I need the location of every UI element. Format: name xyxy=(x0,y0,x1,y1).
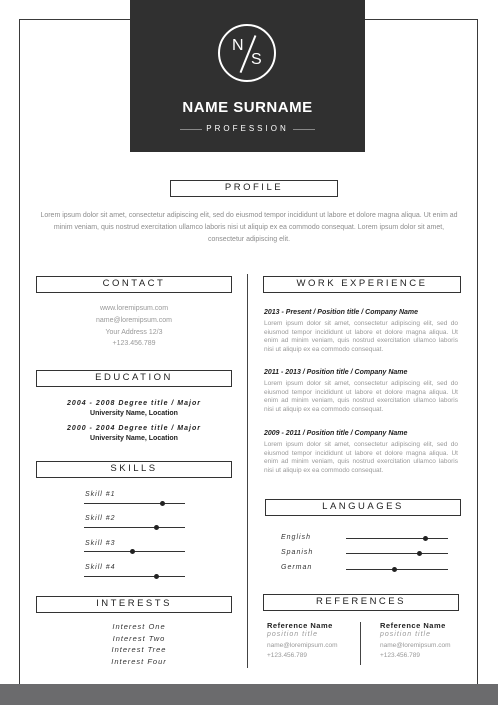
reference-email[interactable]: name@loremipsum.com xyxy=(380,642,451,649)
profile-text: Lorem ipsum dolor sit amet, consectetur … xyxy=(40,212,458,243)
language-level-dot xyxy=(416,551,422,556)
education-school: University Name, Location xyxy=(90,435,178,442)
education-heading: EDUCATION xyxy=(36,370,232,387)
skill-level-dot xyxy=(129,549,135,554)
interests-heading: INTERESTS xyxy=(36,596,232,613)
education-school: University Name, Location xyxy=(90,410,178,417)
language-bar xyxy=(346,536,448,541)
interest-item: Interest One xyxy=(112,622,166,631)
monogram-logo: N S xyxy=(218,24,276,82)
skill-bar xyxy=(84,574,185,579)
language-label: English xyxy=(281,534,311,541)
interest-item: Interest Two xyxy=(112,634,166,643)
references-heading: REFERENCES xyxy=(263,594,459,611)
full-name: NAME SURNAME xyxy=(182,99,313,116)
skill-label: Skill #1 xyxy=(85,491,116,498)
footer-bar xyxy=(0,684,498,705)
job-title: 2009 - 2011 / Position title / Company N… xyxy=(264,430,408,437)
monogram-initial-left: N xyxy=(232,37,244,54)
reference-phone: +123.456.789 xyxy=(267,652,307,659)
reference-phone: +123.456.789 xyxy=(380,652,420,659)
contact-address: Your Address 12/3 xyxy=(105,329,163,336)
contact-heading: CONTACT xyxy=(36,276,232,293)
skill-bar xyxy=(84,549,185,554)
education-degree: 2004 - 2008 Degree title / Major xyxy=(67,400,201,407)
job-description: Lorem ipsum dolor sit amet, consectetur … xyxy=(264,441,458,474)
profile-heading: PROFILE xyxy=(170,180,338,197)
job-description: Lorem ipsum dolor sit amet, consectetur … xyxy=(264,380,458,413)
language-bar xyxy=(346,551,448,556)
profession-title: PROFESSION xyxy=(206,124,289,133)
interest-item: Interest Tree xyxy=(111,645,167,654)
interest-item: Interest Four xyxy=(111,657,167,666)
language-bar xyxy=(346,567,448,572)
skill-bar xyxy=(84,525,185,530)
contact-phone: +123.456.789 xyxy=(112,340,156,347)
contact-website[interactable]: www.loremipsum.com xyxy=(36,305,232,312)
job-title: 2011 - 2013 / Position title / Company N… xyxy=(264,369,408,376)
reference-name: Reference Name xyxy=(267,621,333,630)
reference-position: position title xyxy=(380,631,431,638)
reference-name: Reference Name xyxy=(380,621,446,630)
job-description: Lorem ipsum dolor sit amet, consectetur … xyxy=(264,320,458,353)
reference-email[interactable]: name@loremipsum.com xyxy=(267,642,338,649)
skill-label: Skill #4 xyxy=(85,564,116,571)
skill-bar xyxy=(84,501,185,506)
header-block: N S NAME SURNAME PROFESSION xyxy=(130,0,365,152)
job-title: 2013 - Present / Position title / Compan… xyxy=(264,309,419,316)
education-degree: 2000 - 2004 Degree title / Major xyxy=(67,425,201,432)
skill-label: Skill #2 xyxy=(85,515,116,522)
language-label: Spanish xyxy=(281,549,314,556)
contact-email[interactable]: name@loremipsum.com xyxy=(36,317,232,324)
language-label: German xyxy=(281,564,313,571)
monogram-initial-right: S xyxy=(251,51,262,68)
skill-label: Skill #3 xyxy=(85,540,116,547)
skills-heading: SKILLS xyxy=(36,461,232,478)
reference-position: position title xyxy=(267,631,318,638)
column-divider xyxy=(247,274,248,668)
work-experience-heading: WORK EXPERIENCE xyxy=(263,276,461,293)
languages-heading: LANGUAGES xyxy=(265,499,461,516)
references-divider xyxy=(360,622,361,665)
profession-rule-right xyxy=(293,129,315,130)
